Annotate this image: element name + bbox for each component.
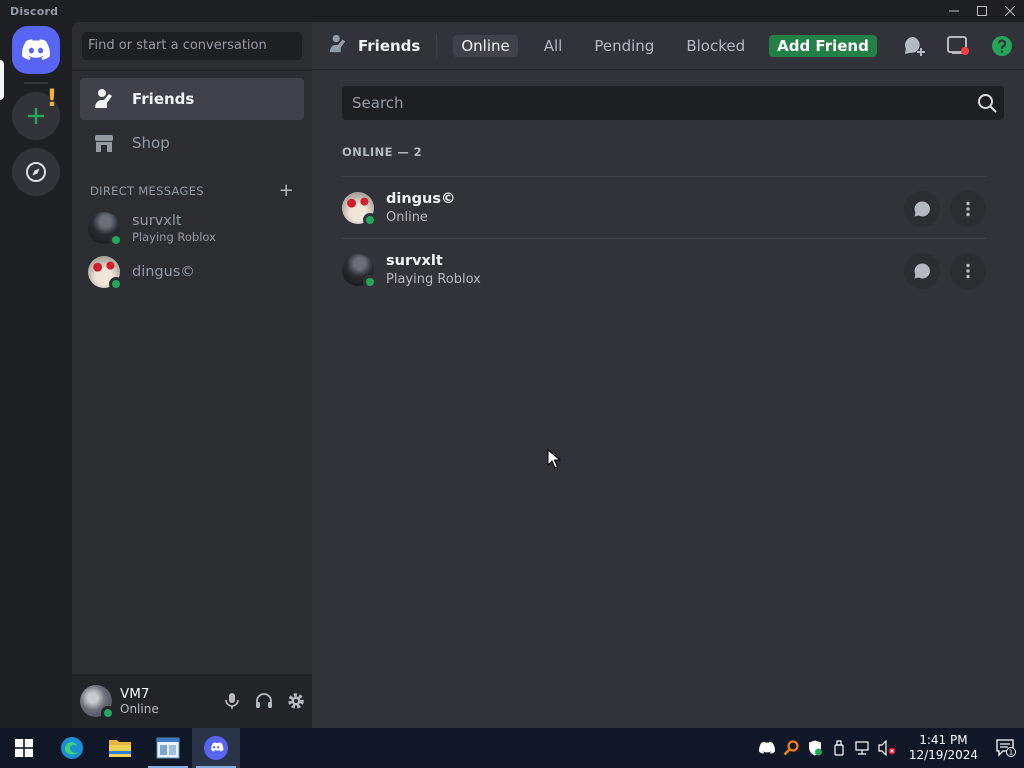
topbar-divider	[436, 33, 438, 58]
clock-date: 12/19/2024	[908, 748, 978, 762]
more-options-icon[interactable]	[950, 253, 986, 289]
avatar	[88, 212, 123, 247]
window-controls	[940, 0, 1024, 22]
online-status-icon	[363, 274, 377, 289]
windows-start-icon[interactable]	[0, 728, 48, 768]
shop-icon	[92, 131, 116, 155]
online-count-header: ONLINE — 2	[342, 145, 422, 159]
tab-online[interactable]: Online	[453, 34, 518, 57]
friends-icon	[328, 34, 348, 58]
app-window-icon[interactable]	[144, 728, 192, 768]
volume-muted-icon[interactable]	[875, 728, 899, 768]
online-status-icon	[109, 277, 123, 291]
close-icon[interactable]	[996, 0, 1024, 22]
message-icon[interactable]	[904, 253, 940, 289]
selected-indicator	[0, 60, 4, 100]
find-conversation-button[interactable]: Find or start a conversation	[82, 32, 302, 60]
title-bar: Discord	[0, 0, 1024, 22]
file-explorer-icon[interactable]	[96, 728, 144, 768]
avatar	[342, 191, 377, 227]
friend-search-box	[342, 86, 1004, 120]
edge-icon[interactable]	[48, 728, 96, 768]
message-icon[interactable]	[904, 191, 940, 227]
friend-status: Online	[386, 209, 428, 225]
friend-row-survxlt[interactable]: survxlt Playing Roblox	[342, 238, 986, 300]
friend-status: Playing Roblox	[386, 271, 481, 287]
discord-icon[interactable]	[192, 728, 240, 768]
explore-icon[interactable]	[12, 148, 60, 196]
microphone-icon[interactable]	[216, 685, 248, 717]
tab-pending[interactable]: Pending	[586, 35, 662, 57]
friend-row-dingus[interactable]: dingus© Online	[342, 176, 986, 238]
rail-divider	[24, 82, 48, 84]
dm-header-label: DIRECT MESSAGES	[90, 184, 204, 198]
alert-icon: !	[46, 84, 58, 112]
user-status: Online	[120, 702, 159, 716]
tab-all[interactable]: All	[536, 35, 571, 57]
system-tray: 1:41 PM 12/19/2024 1	[755, 728, 1024, 768]
clock-time: 1:41 PM	[919, 733, 968, 747]
online-status-icon	[101, 706, 115, 720]
settings-icon[interactable]	[280, 685, 312, 717]
minimize-icon[interactable]	[940, 0, 968, 22]
sidebar-divider	[72, 70, 312, 71]
tab-blocked[interactable]: Blocked	[678, 35, 753, 57]
magnifier-tray-icon[interactable]	[779, 728, 803, 768]
friend-search-input[interactable]	[342, 86, 1004, 120]
new-group-dm-icon[interactable]	[902, 34, 926, 58]
dm-name: dingus©	[132, 264, 195, 280]
network-icon[interactable]	[851, 728, 875, 768]
windows-taskbar: 1:41 PM 12/19/2024 1	[0, 728, 1024, 768]
dm-sidebar: Find or start a conversation Friends Sho…	[72, 22, 312, 728]
headphones-icon[interactable]	[248, 685, 280, 717]
discord-home-icon[interactable]	[12, 26, 60, 74]
usb-device-icon[interactable]	[827, 728, 851, 768]
dm-item-dingus[interactable]: dingus©	[80, 250, 304, 294]
username: VM7	[120, 686, 150, 702]
server-rail: !	[0, 22, 72, 728]
notification-center-icon[interactable]: 1	[988, 728, 1024, 768]
sidebar-item-label: Shop	[132, 134, 170, 152]
sidebar-item-label: Friends	[132, 90, 195, 108]
user-avatar[interactable]	[80, 685, 115, 720]
dm-item-survxlt[interactable]: survxlt Playing Roblox	[80, 206, 304, 250]
discord-tray-icon[interactable]	[755, 728, 779, 768]
sidebar-item-friends[interactable]: Friends	[80, 78, 304, 120]
page-title: Friends	[328, 34, 420, 58]
security-shield-icon[interactable]	[803, 728, 827, 768]
search-icon	[978, 94, 997, 113]
direct-messages-header: DIRECT MESSAGES +	[90, 182, 294, 200]
friends-topbar: Friends Online All Pending Blocked Add F…	[312, 22, 1024, 70]
friends-main: Friends Online All Pending Blocked Add F…	[312, 22, 1024, 728]
friend-name: dingus©	[386, 190, 456, 207]
user-panel: VM7 Online	[72, 674, 312, 728]
app-title: Discord	[10, 4, 59, 18]
maximize-icon[interactable]	[968, 0, 996, 22]
friend-name: survxlt	[386, 252, 443, 269]
avatar	[342, 253, 377, 289]
more-options-icon[interactable]	[950, 191, 986, 227]
page-title-label: Friends	[358, 36, 421, 55]
taskbar-clock[interactable]: 1:41 PM 12/19/2024	[909, 733, 978, 763]
friends-icon	[92, 87, 116, 111]
notification-count: 1	[1009, 749, 1013, 757]
online-status-icon	[363, 212, 377, 227]
dm-name: survxlt	[132, 213, 182, 229]
add-friend-button[interactable]: Add Friend	[769, 34, 877, 57]
mouse-cursor-icon	[547, 449, 561, 469]
online-status-icon	[109, 233, 123, 247]
dm-activity: Playing Roblox	[132, 230, 216, 244]
inbox-icon[interactable]	[946, 34, 970, 58]
sidebar-item-shop[interactable]: Shop	[80, 122, 304, 164]
create-dm-icon[interactable]: +	[279, 182, 294, 200]
help-icon[interactable]	[990, 34, 1014, 58]
avatar	[88, 256, 123, 291]
